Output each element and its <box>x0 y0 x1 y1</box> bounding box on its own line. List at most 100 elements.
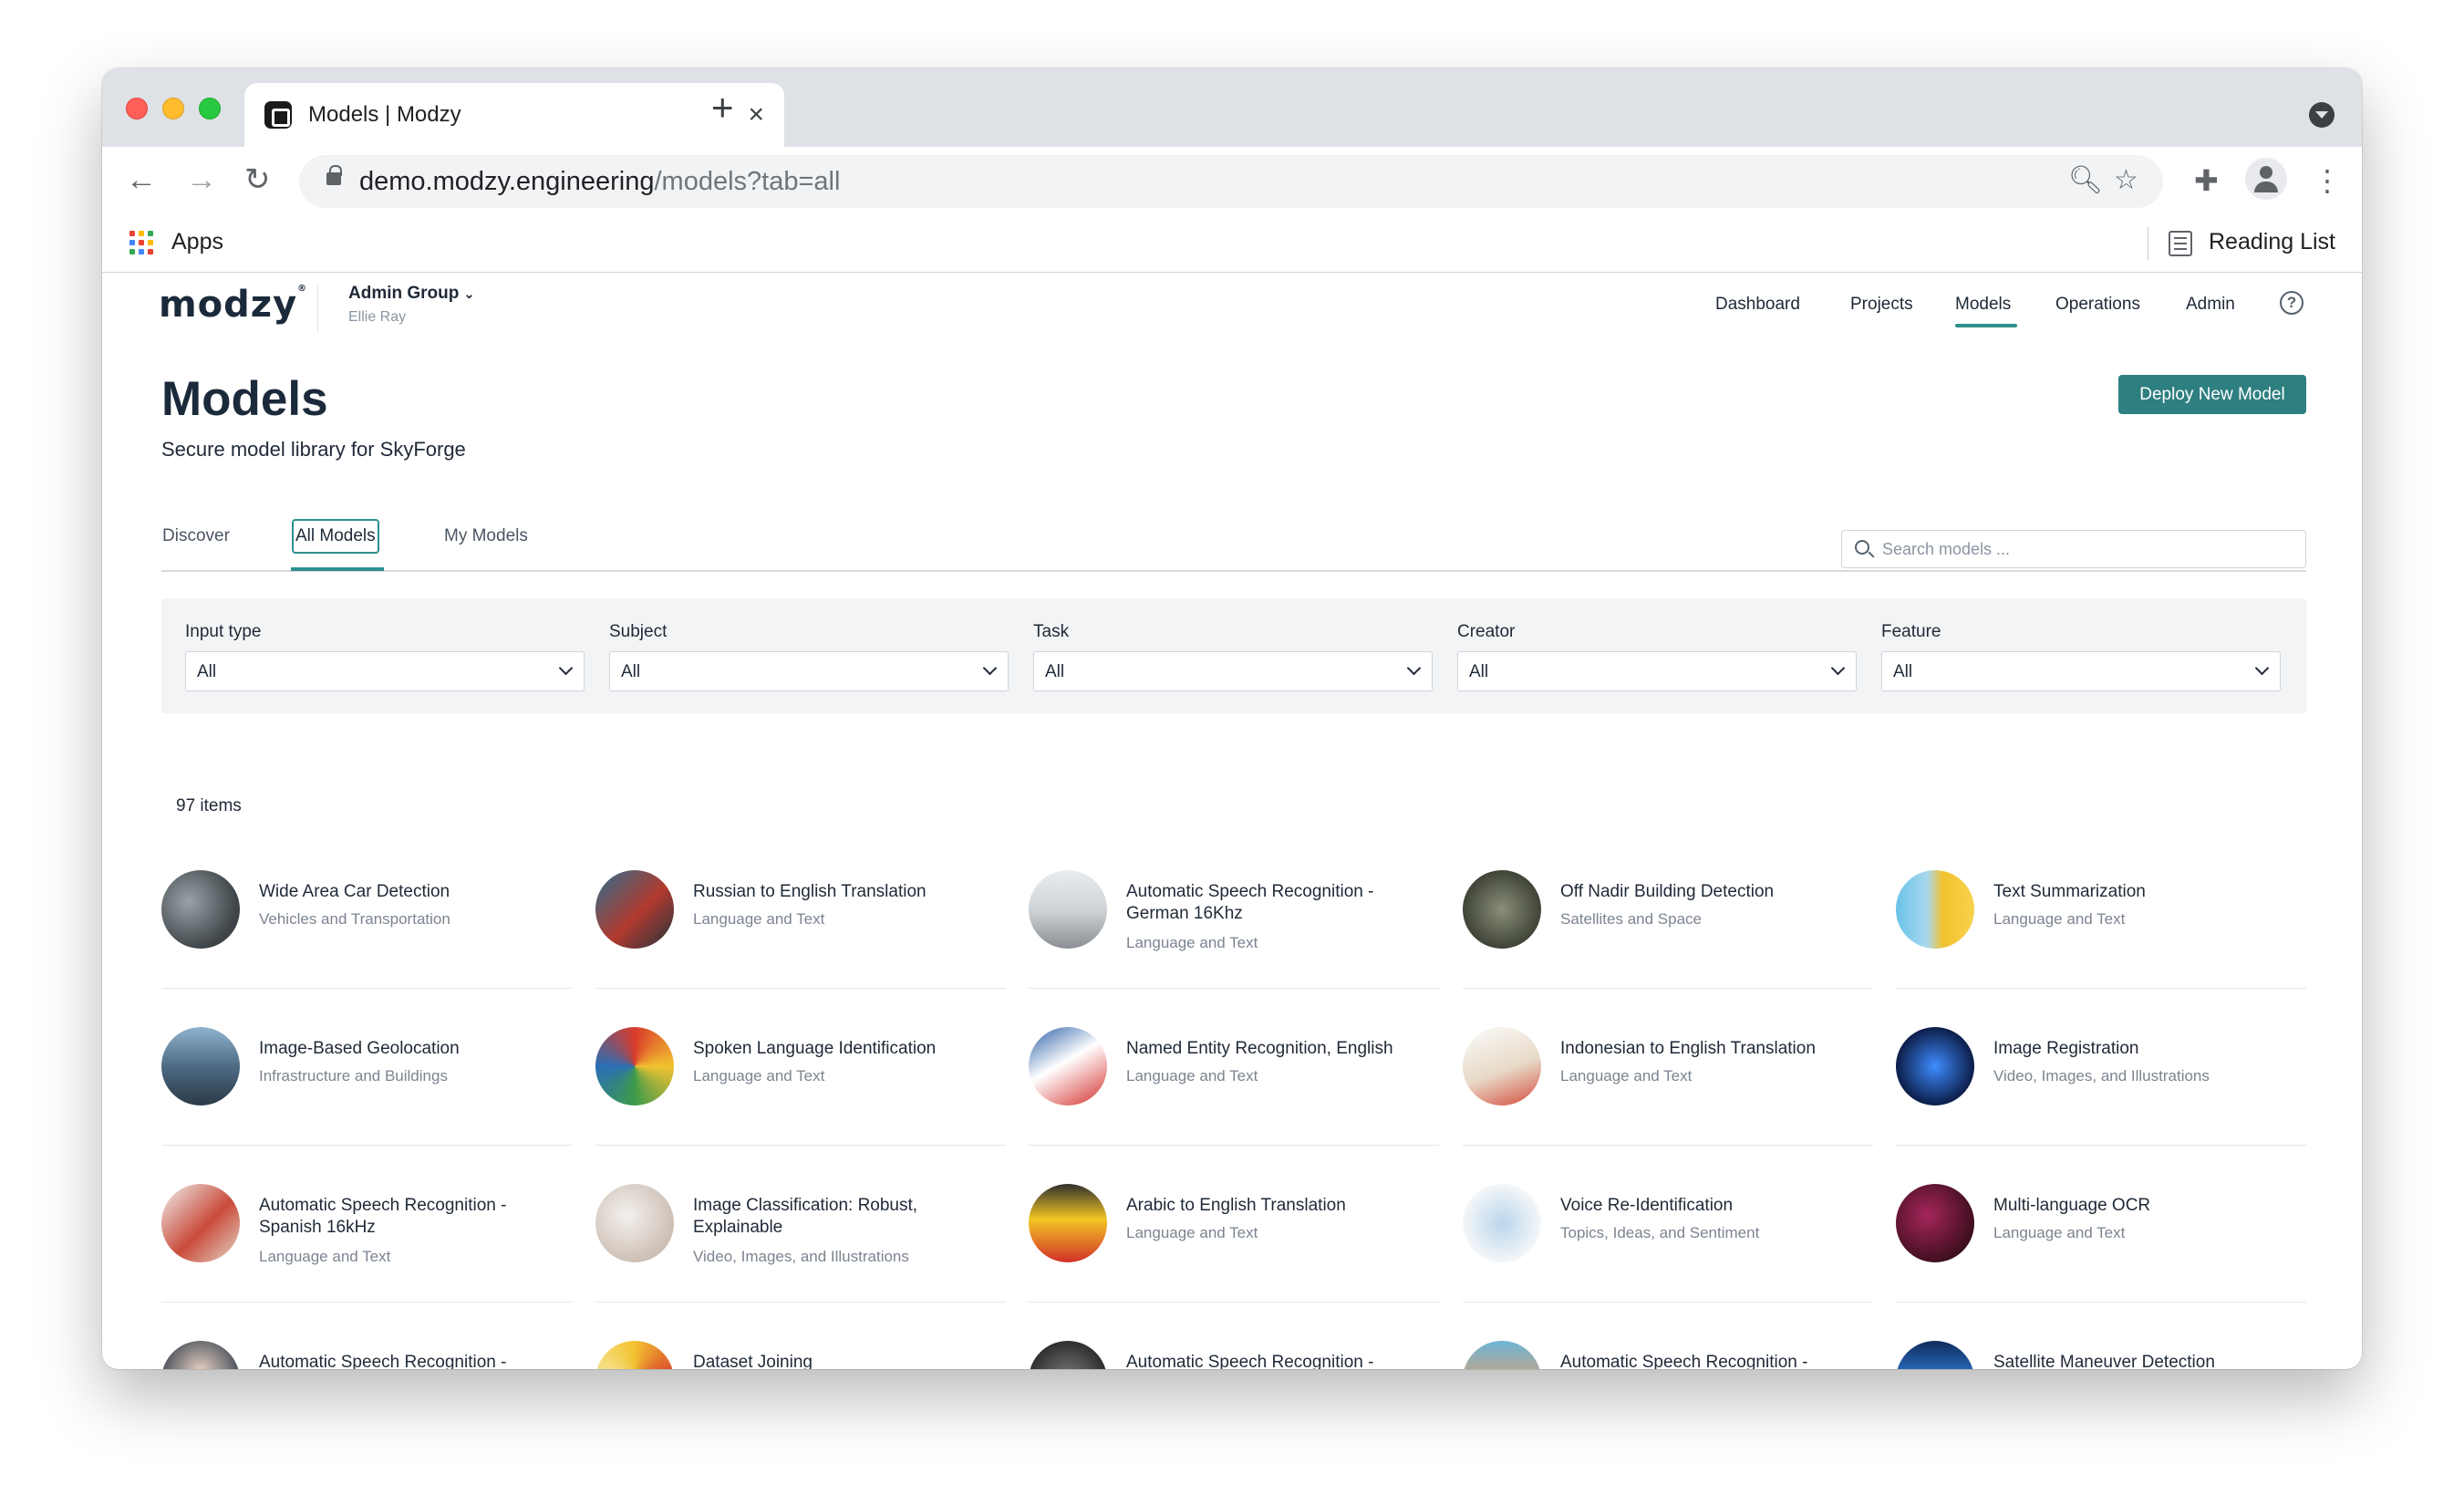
model-card[interactable]: Automatic Speech Recognition - Hebrew 16… <box>1029 1341 1439 1369</box>
model-card[interactable]: Arabic to English Translation Language an… <box>1029 1184 1439 1303</box>
maximize-window-button[interactable] <box>199 98 221 119</box>
model-card[interactable]: Spoken Language Identification Language a… <box>595 1027 1006 1146</box>
deploy-new-model-button[interactable]: Deploy New Model <box>2118 375 2306 414</box>
bookmark-star-icon[interactable]: ☆ <box>2114 164 2138 196</box>
header-divider <box>317 285 318 333</box>
address-bar[interactable]: demo.modzy.engineering/models?tab=all 🔍︎… <box>299 155 2163 208</box>
page-subtitle: Secure model library for SkyForge <box>161 438 466 461</box>
model-category: Satellites and Space <box>1560 910 1702 928</box>
extensions-puzzle-icon[interactable]: ✚ <box>2194 163 2219 198</box>
chevron-down-icon <box>1406 660 1422 676</box>
model-card[interactable]: Image Classification: Robust, Explainabl… <box>595 1184 1006 1303</box>
model-title[interactable]: Text Summarization <box>1993 881 2294 903</box>
model-card[interactable]: Indonesian to English Translation Languag… <box>1463 1027 1873 1146</box>
apps-bookmark[interactable]: Apps <box>171 229 223 255</box>
model-title[interactable]: Automatic Speech Recognition - German 16… <box>1126 881 1427 925</box>
model-title[interactable]: Indonesian to English Translation <box>1560 1038 1861 1060</box>
model-card[interactable]: Satellite Maneuver DetectionSatellites a… <box>1896 1341 2306 1369</box>
model-title[interactable]: Spoken Language Identification <box>693 1038 994 1060</box>
model-category: Language and Text <box>1993 910 2126 928</box>
task-select[interactable]: All <box>1033 651 1433 691</box>
reading-list-icon[interactable] <box>2169 231 2192 256</box>
profile-avatar-icon[interactable] <box>2245 158 2287 200</box>
tab-all-models[interactable]: All Models <box>292 519 379 554</box>
modzy-favicon-icon <box>264 101 292 129</box>
model-card[interactable]: Voice Re-Identification Topics, Ideas, an… <box>1463 1184 1873 1303</box>
help-icon[interactable]: ? <box>2280 291 2304 315</box>
input-type-select[interactable]: All <box>185 651 585 691</box>
nav-dashboard[interactable]: Dashboard <box>1715 295 1800 315</box>
browser-menu-icon[interactable]: ⋮ <box>2313 163 2342 198</box>
model-category: Language and Text <box>259 1248 391 1265</box>
minimize-window-button[interactable] <box>162 98 184 119</box>
model-title[interactable]: Automatic Speech Recognition - Portugues… <box>1560 1352 1861 1369</box>
model-card[interactable]: Russian to English Translation Language a… <box>595 870 1006 989</box>
tab-close-icon[interactable]: × <box>748 101 764 129</box>
nav-operations[interactable]: Operations <box>2055 295 2140 315</box>
model-thumbnail <box>1029 870 1107 949</box>
filter-label: Creator <box>1457 622 1516 641</box>
reading-list-button[interactable]: Reading List <box>2209 229 2335 255</box>
model-card[interactable]: Automatic Speech Recognition - Spanish 1… <box>161 1184 572 1303</box>
modzy-logo[interactable]: modzy® <box>159 284 307 326</box>
model-title[interactable]: Image Classification: Robust, Explainabl… <box>693 1195 994 1239</box>
model-title[interactable]: Satellite Maneuver Detection <box>1993 1352 2294 1369</box>
model-title[interactable]: Automatic Speech Recognition - Spanish 1… <box>259 1195 560 1239</box>
model-title[interactable]: Image Registration <box>1993 1038 2294 1060</box>
subject-select[interactable]: All <box>609 651 1009 691</box>
model-card[interactable]: Named Entity Recognition, English Languag… <box>1029 1027 1439 1146</box>
org-switcher[interactable]: Admin Group ⌄ <box>348 284 474 304</box>
tab-my-models[interactable]: My Models <box>444 526 528 546</box>
model-thumbnail <box>1896 1184 1974 1262</box>
close-window-button[interactable] <box>126 98 148 119</box>
apps-grid-icon[interactable] <box>129 231 153 254</box>
model-category: Vehicles and Transportation <box>259 910 450 928</box>
tab-search-icon[interactable] <box>2309 102 2335 128</box>
zoom-icon[interactable]: 🔍︎ <box>2068 164 2103 196</box>
model-card[interactable]: Dataset JoiningOther <box>595 1341 1006 1369</box>
bookmarks-bar: Apps Reading List <box>102 213 2362 273</box>
model-title[interactable]: Dataset Joining <box>693 1352 994 1369</box>
nav-projects[interactable]: Projects <box>1850 295 1913 315</box>
url-text[interactable]: demo.modzy.engineering/models?tab=all <box>359 167 840 197</box>
model-thumbnail <box>595 1184 674 1262</box>
model-title[interactable]: Named Entity Recognition, English <box>1126 1038 1427 1060</box>
search-icon <box>1855 540 1869 555</box>
model-title[interactable]: Arabic to English Translation <box>1126 1195 1427 1217</box>
model-thumbnail <box>1463 1027 1541 1105</box>
model-card[interactable]: Multi-language OCR Language and Text <box>1896 1184 2306 1303</box>
model-title[interactable]: Automatic Speech Recognition - Chinese M… <box>259 1352 560 1369</box>
user-name: Ellie Ray <box>348 309 407 325</box>
model-card[interactable]: Automatic Speech Recognition - Chinese M… <box>161 1341 572 1369</box>
model-card[interactable]: Wide Area Car Detection Vehicles and Tran… <box>161 870 572 989</box>
model-title[interactable]: Wide Area Car Detection <box>259 881 560 903</box>
model-card[interactable]: Text Summarization Language and Text <box>1896 870 2306 989</box>
reload-icon[interactable]: ↻ <box>244 160 271 200</box>
chevron-down-icon <box>1830 660 1846 676</box>
search-input[interactable]: Search models ... <box>1841 530 2306 568</box>
model-title[interactable]: Automatic Speech Recognition - Hebrew 16… <box>1126 1352 1427 1369</box>
browser-tab[interactable]: Models | Modzy × <box>244 83 784 147</box>
nav-models[interactable]: Models <box>1955 295 2011 315</box>
model-card[interactable]: Off Nadir Building Detection Satellites a… <box>1463 870 1873 989</box>
model-title[interactable]: Off Nadir Building Detection <box>1560 881 1861 903</box>
new-tab-button[interactable]: + <box>711 88 734 127</box>
model-card[interactable]: Image-Based Geolocation Infrastructure an… <box>161 1027 572 1146</box>
model-card[interactable]: Image Registration Video, Images, and Ill… <box>1896 1027 2306 1146</box>
model-title[interactable]: Russian to English Translation <box>693 881 994 903</box>
model-thumbnail <box>1463 1184 1541 1262</box>
filter-creator: Creator All <box>1457 622 1857 691</box>
feature-select[interactable]: All <box>1881 651 2281 691</box>
creator-select[interactable]: All <box>1457 651 1857 691</box>
nav-admin[interactable]: Admin <box>2186 295 2235 315</box>
forward-arrow-icon[interactable]: → <box>186 160 217 200</box>
model-card[interactable]: Automatic Speech Recognition - German 16… <box>1029 870 1439 989</box>
back-arrow-icon[interactable]: ← <box>126 160 157 200</box>
model-title[interactable]: Image-Based Geolocation <box>259 1038 560 1060</box>
model-title[interactable]: Voice Re-Identification <box>1560 1195 1861 1217</box>
model-card[interactable]: Automatic Speech Recognition - Portugues… <box>1463 1341 1873 1369</box>
model-category: Topics, Ideas, and Sentiment <box>1560 1224 1760 1241</box>
filter-input-type: Input type All <box>185 622 585 691</box>
model-title[interactable]: Multi-language OCR <box>1993 1195 2294 1217</box>
tab-discover[interactable]: Discover <box>162 526 230 546</box>
